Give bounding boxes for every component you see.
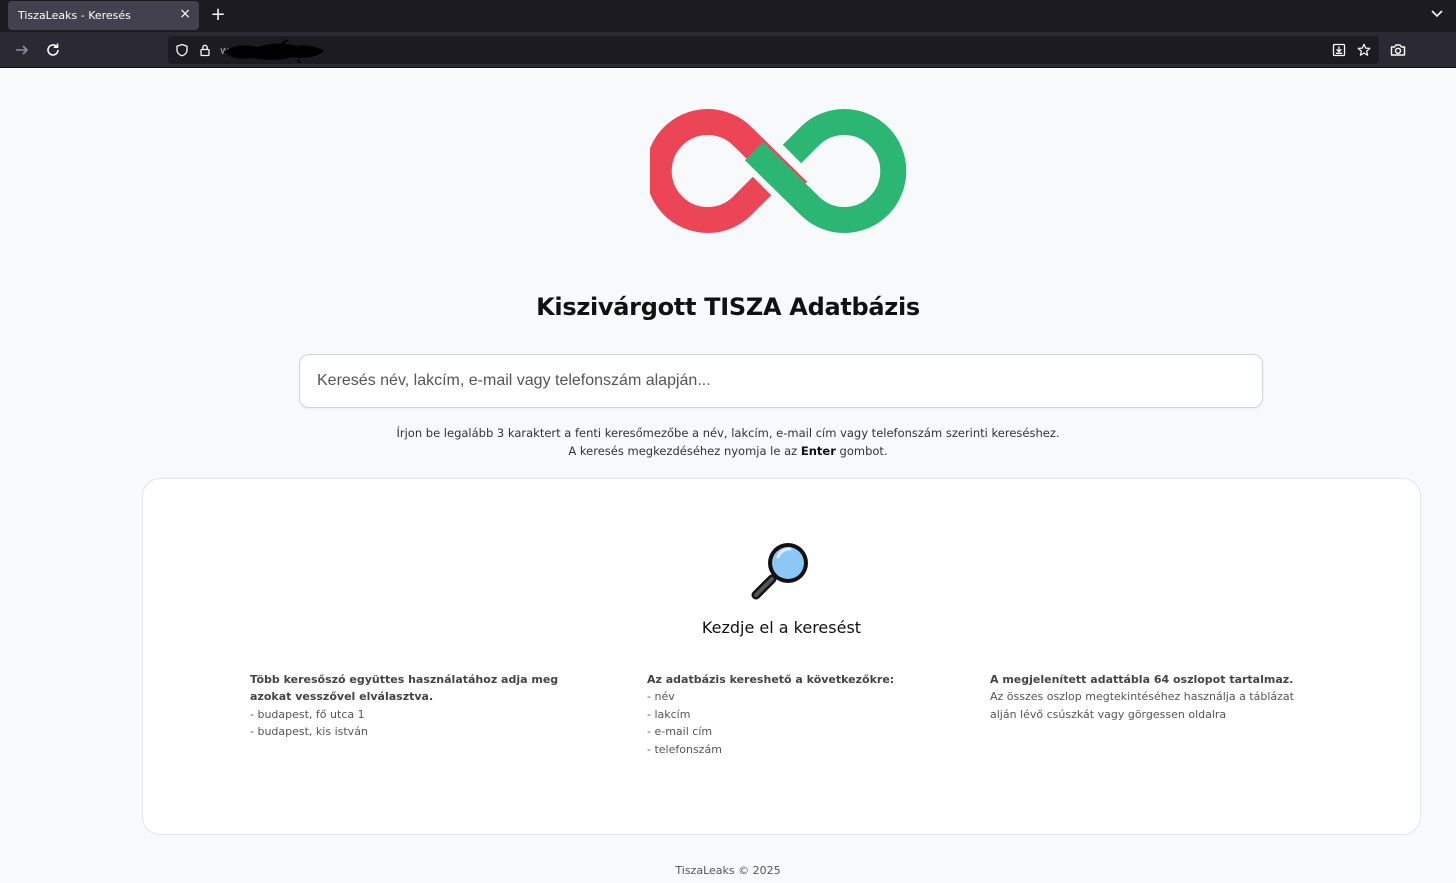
lock-icon[interactable] xyxy=(198,43,212,57)
browser-tab[interactable]: TiszaLeaks - Keresés × xyxy=(8,1,199,30)
hint-enter-key: Enter xyxy=(800,444,836,458)
browser-nav-bar: w xyxy=(0,32,1456,68)
list-item: - név xyxy=(647,690,675,704)
table-columns-info: A megjelenített adattábla 64 oszlopot ta… xyxy=(990,671,1320,723)
col3-text: Az összes oszlop megtekintéséhez használ… xyxy=(990,690,1294,721)
col3-heading: A megjelenített adattábla 64 oszlopot ta… xyxy=(990,673,1294,686)
col2-heading: Az adatbázis kereshető a következőkre: xyxy=(647,673,895,686)
reload-icon[interactable] xyxy=(44,41,62,59)
chevron-down-icon[interactable] xyxy=(1430,7,1444,21)
download-icon[interactable] xyxy=(1332,43,1346,57)
card-title: Kezdje el a keresést xyxy=(701,618,862,637)
forward-arrow-icon[interactable] xyxy=(13,41,31,59)
list-item: - e-mail cím xyxy=(647,725,713,739)
page-title: Kiszivárgott TISZA Adatbázis xyxy=(536,293,920,321)
hint-prefix: A keresés megkezdéséhez nyomja le az xyxy=(568,444,798,458)
redaction-scribble xyxy=(224,39,324,63)
list-item: - telefonszám xyxy=(647,742,722,756)
browser-tab-bar: TiszaLeaks - Keresés × + xyxy=(0,0,1456,32)
footer: TiszaLeaks © 2025 xyxy=(675,864,781,877)
col1-heading: Több keresőszó együttes használatához ad… xyxy=(250,673,559,704)
searchable-fields-info: Az adatbázis kereshető a következőkre: -… xyxy=(647,671,927,758)
list-item: - lakcím xyxy=(647,707,691,721)
bookmark-star-icon[interactable] xyxy=(1357,43,1371,57)
shield-icon[interactable] xyxy=(175,43,189,57)
magnifier-icon xyxy=(751,543,808,600)
close-tab-icon[interactable]: × xyxy=(179,6,191,22)
results-placeholder-card: Kezdje el a keresést Több keresőszó együ… xyxy=(142,478,1421,835)
url-bar[interactable]: w xyxy=(168,36,1379,64)
hint-suffix: gombot. xyxy=(839,444,888,458)
hint-line-1: Írjon be legalább 3 karaktert a fenti ke… xyxy=(396,426,1060,440)
tisza-logo xyxy=(650,109,907,233)
screenshot-camera-icon[interactable] xyxy=(1389,41,1407,59)
new-tab-button[interactable]: + xyxy=(208,5,228,25)
list-item: - budapest, kis istván xyxy=(250,725,368,739)
search-hint: Írjon be legalább 3 karaktert a fenti ke… xyxy=(0,424,1456,460)
search-input[interactable] xyxy=(299,354,1263,408)
hint-line-2: A keresés megkezdéséhez nyomja le az Ent… xyxy=(0,442,1456,460)
tab-title: TiszaLeaks - Keresés xyxy=(18,9,131,22)
list-item: - budapest, fő utca 1 xyxy=(250,707,365,721)
multi-term-info: Több keresőszó együttes használatához ad… xyxy=(250,671,570,741)
